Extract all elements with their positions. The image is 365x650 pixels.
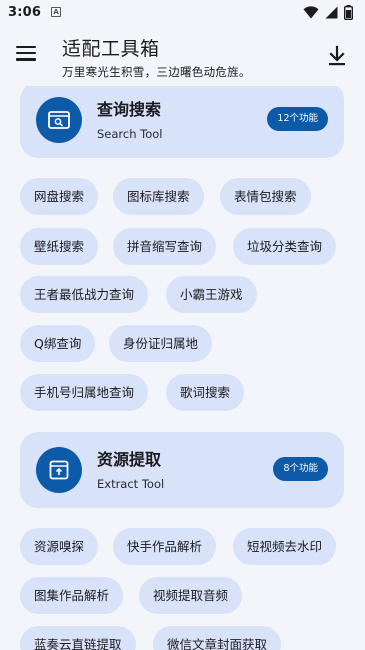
app-bar: 适配工具箱 万里寒光生积雪，三边曙色动危旌。 <box>0 24 365 86</box>
section-card-search[interactable]: 查询搜索 Search Tool 12个功能 <box>20 86 344 158</box>
menu-icon-line <box>16 52 36 55</box>
feature-count-badge: 8个功能 <box>273 457 328 481</box>
search-window-icon <box>36 97 82 143</box>
chip-honor-power-query[interactable]: 王者最低战力查询 <box>20 276 149 313</box>
chip-retro-games[interactable]: 小霸王游戏 <box>166 276 257 313</box>
section-title: 资源提取 <box>97 450 162 469</box>
section-card-extract[interactable]: 资源提取 Extract Tool 8个功能 <box>20 432 344 508</box>
chip-garbage-sort-query[interactable]: 垃圾分类查询 <box>233 228 337 265</box>
chip-icon-library-search[interactable]: 图标库搜索 <box>113 178 204 215</box>
download-button[interactable] <box>325 44 349 68</box>
chip-sticker-search[interactable]: 表情包搜索 <box>220 178 311 215</box>
chip-gallery-parse[interactable]: 图集作品解析 <box>20 577 124 614</box>
section-subtitle: Extract Tool <box>97 477 165 491</box>
feature-count-badge: 12个功能 <box>267 107 328 131</box>
chip-id-location-query[interactable]: 身份证归属地 <box>109 325 213 362</box>
section-subtitle: Search Tool <box>97 127 163 141</box>
chip-netdisk-search[interactable]: 网盘搜索 <box>20 178 99 215</box>
wifi-icon <box>303 5 319 18</box>
chip-wechat-cover[interactable]: 微信文章封面获取 <box>153 626 282 650</box>
chip-lyrics-search[interactable]: 歌词搜索 <box>166 374 245 411</box>
chip-qq-bind-query[interactable]: Q绑查询 <box>20 325 96 362</box>
chip-phone-location-query[interactable]: 手机号归属地查询 <box>20 374 149 411</box>
app-title: 适配工具箱 <box>62 38 160 60</box>
chip-pinyin-query[interactable]: 拼音缩写查询 <box>113 228 217 265</box>
chip-lanzou-direct-link[interactable]: 蓝奏云直链提取 <box>20 626 136 650</box>
app-subtitle: 万里寒光生积雪，三边曙色动危旌。 <box>62 65 251 79</box>
section-title: 查询搜索 <box>97 100 162 119</box>
chip-resource-sniff[interactable]: 资源嗅探 <box>20 528 99 565</box>
status-bar: 3:06 A <box>0 0 365 24</box>
menu-icon-line <box>16 58 36 61</box>
chip-kuaishou-parse[interactable]: 快手作品解析 <box>113 528 217 565</box>
status-icons <box>303 4 353 20</box>
signal-icon <box>325 6 338 18</box>
tool-list[interactable]: 查询搜索 Search Tool 12个功能 网盘搜索 图标库搜索 表情包搜索 … <box>0 86 365 650</box>
download-icon <box>329 45 345 66</box>
extract-box-icon <box>36 447 82 493</box>
chip-extract-audio[interactable]: 视频提取音频 <box>139 577 243 614</box>
menu-icon-line <box>16 46 36 49</box>
menu-button[interactable] <box>12 42 40 70</box>
chip-wallpaper-search[interactable]: 壁纸搜索 <box>20 228 99 265</box>
status-time: 3:06 <box>8 4 42 20</box>
chip-remove-watermark[interactable]: 短视频去水印 <box>233 528 337 565</box>
notification-a-icon: A <box>51 7 62 17</box>
battery-icon <box>344 4 353 20</box>
